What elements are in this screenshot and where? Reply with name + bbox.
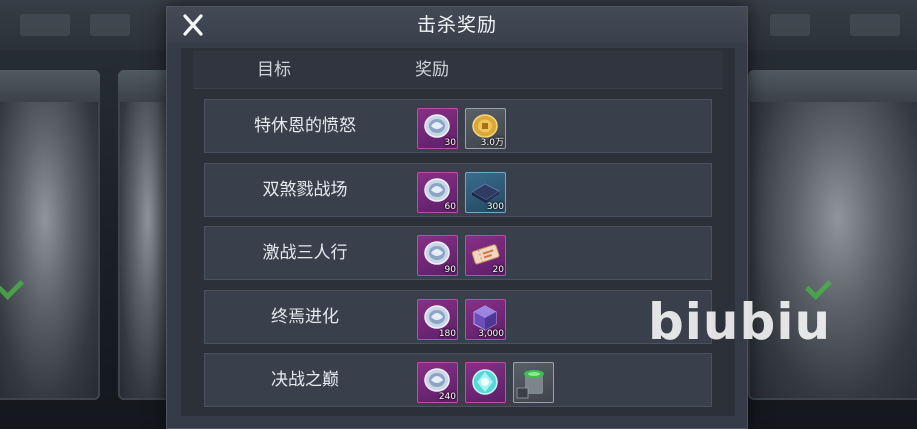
row-target-name: 特休恩的愤怒 — [254, 116, 356, 136]
reward-item-slot[interactable]: 90 — [417, 235, 458, 276]
reward-quantity: 3,000 — [478, 328, 504, 339]
row-target-name: 终焉进化 — [271, 306, 339, 327]
gem-orb-icon — [472, 369, 498, 395]
reward-item-slot[interactable]: 60 — [417, 171, 458, 213]
reward-item-slot[interactable]: 240 — [417, 362, 458, 403]
reward-quantity: 30 — [444, 138, 456, 148]
background-chip — [770, 14, 810, 36]
reward-quantity: 60 — [444, 201, 456, 212]
background-chip — [90, 14, 130, 36]
table-row: 决战之巅 240 — [204, 353, 712, 407]
column-header-reward: 奖励 — [415, 60, 449, 80]
table-row: 终焉进化 180 3,000 — [204, 289, 712, 344]
background-chip — [20, 14, 70, 36]
reward-quantity: 20 — [492, 265, 504, 275]
row-target-name: 激战三人行 — [262, 243, 348, 263]
background-chip — [850, 14, 900, 36]
kill-reward-dialog: 击杀奖励 目标 奖励 特休恩的愤怒 30 3.0万双煞戮战场 60 300 激战三人行 90… — [166, 6, 748, 429]
green-canister-icon — [516, 370, 544, 399]
reward-item-slot[interactable]: 3,000 — [465, 298, 506, 340]
reward-item-slot[interactable]: 300 — [465, 171, 506, 213]
reward-item-slot[interactable]: 30 — [417, 108, 458, 149]
reward-item-slot[interactable] — [465, 362, 506, 403]
reward-quantity: 3.0万 — [480, 138, 504, 148]
table-row: 激战三人行 90 20 — [204, 226, 712, 280]
watermark-text: biubiu — [648, 293, 832, 351]
row-target-name: 决战之巅 — [271, 370, 339, 390]
reward-quantity: 240 — [438, 392, 456, 402]
check-icon — [0, 275, 30, 295]
dialog-title: 击杀奖励 — [416, 14, 497, 36]
check-icon — [808, 275, 838, 295]
reward-item-slot[interactable]: 3.0万 — [465, 108, 506, 149]
table-row: 双煞戮战场 60 300 — [204, 162, 712, 217]
reward-item-slot[interactable]: 180 — [417, 298, 458, 340]
table-header: 目标 奖励 — [193, 51, 723, 89]
reward-item-slot[interactable]: 20 — [465, 235, 506, 276]
column-header-target: 目标 — [257, 60, 291, 80]
reward-item-slot[interactable] — [513, 362, 554, 403]
reward-quantity: 180 — [438, 328, 456, 339]
table-row: 特休恩的愤怒 30 3.0万 — [204, 99, 712, 153]
reward-table: 目标 奖励 特休恩的愤怒 30 3.0万双煞戮战场 60 300 激战三人行 90 20 终焉进… — [181, 48, 735, 416]
dialog-header: 击杀奖励 — [167, 7, 747, 43]
row-target-name: 双煞戮战场 — [262, 179, 348, 200]
reward-quantity: 300 — [486, 201, 504, 212]
watermark: biubiu — [648, 293, 832, 355]
background-mission-card — [0, 70, 100, 400]
reward-quantity: 90 — [444, 265, 456, 275]
